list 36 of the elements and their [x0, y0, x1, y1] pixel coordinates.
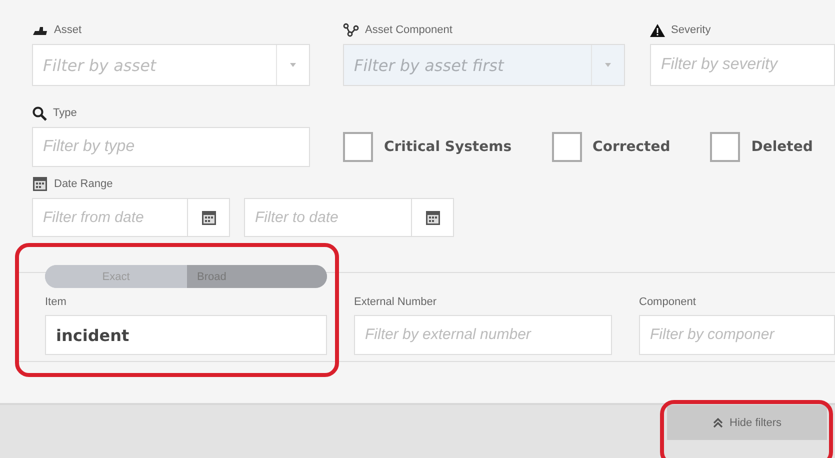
- checkbox-label: Corrected: [592, 139, 670, 155]
- checkbox-label: Critical Systems: [384, 139, 512, 155]
- input-field[interactable]: Filter by componer: [639, 315, 835, 355]
- calendar-icon: [424, 210, 440, 226]
- input-field[interactable]: Filter by severity: [650, 44, 835, 86]
- date-field[interactable]: Filter from date: [32, 198, 188, 237]
- field-label: Type: [53, 107, 77, 119]
- input-field[interactable]: Filter by external number: [354, 315, 612, 355]
- field-label: Severity: [671, 24, 711, 36]
- field-label: Asset Component: [365, 24, 452, 36]
- input-field[interactable]: incident: [45, 315, 327, 355]
- checkbox[interactable]: [710, 132, 740, 162]
- field-label: Component: [639, 296, 697, 308]
- asset-icon: [32, 24, 48, 36]
- date-field[interactable]: Filter to date: [244, 198, 412, 237]
- search-icon: [32, 106, 47, 120]
- checkbox[interactable]: [343, 132, 373, 162]
- calendar-icon: [32, 176, 48, 192]
- input-field[interactable]: Filter by type: [32, 127, 310, 167]
- field-label: Date Range: [54, 178, 113, 190]
- caret-icon: [290, 63, 296, 67]
- warning-icon: [650, 24, 665, 36]
- calendar-button[interactable]: [412, 198, 454, 237]
- checkbox-label: Deleted: [751, 139, 813, 155]
- checkbox[interactable]: [552, 132, 582, 162]
- field-label: Item: [45, 296, 68, 308]
- select-field: Filter by asset first: [343, 44, 625, 86]
- collapse-icon: [712, 418, 723, 428]
- calendar-icon: [200, 210, 216, 226]
- calendar-button[interactable]: [188, 198, 230, 237]
- field-label: External Number: [354, 296, 438, 308]
- field-label: Asset: [54, 24, 82, 36]
- caret-icon: [605, 63, 611, 67]
- nodes-icon: [343, 23, 359, 37]
- select-field[interactable]: Filter by asset: [32, 44, 310, 86]
- hide-filters-button[interactable]: Hide filters: [667, 405, 827, 440]
